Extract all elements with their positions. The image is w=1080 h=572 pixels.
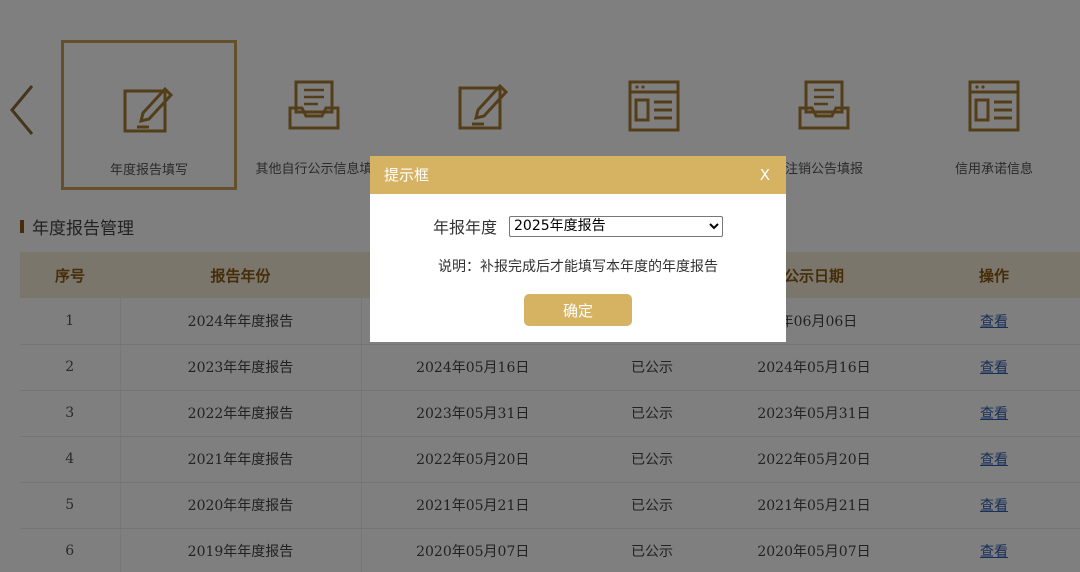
report-year-select[interactable]: 2025年度报告 [509,215,724,237]
prompt-dialog: 提示框 X 年报年度 2025年度报告 说明：补报完成后才能填写本年度的年度报告… [370,156,786,342]
dialog-header: 提示框 X [370,156,786,194]
dialog-note: 说明：补报完成后才能填写本年度的年度报告 [438,259,718,275]
report-year-label: 年报年度 [433,218,498,237]
confirm-button[interactable]: 确定 [524,294,632,326]
report-year-row: 年报年度 2025年度报告 [433,214,724,238]
dialog-title: 提示框 [384,166,430,184]
close-button[interactable]: X [760,156,770,194]
